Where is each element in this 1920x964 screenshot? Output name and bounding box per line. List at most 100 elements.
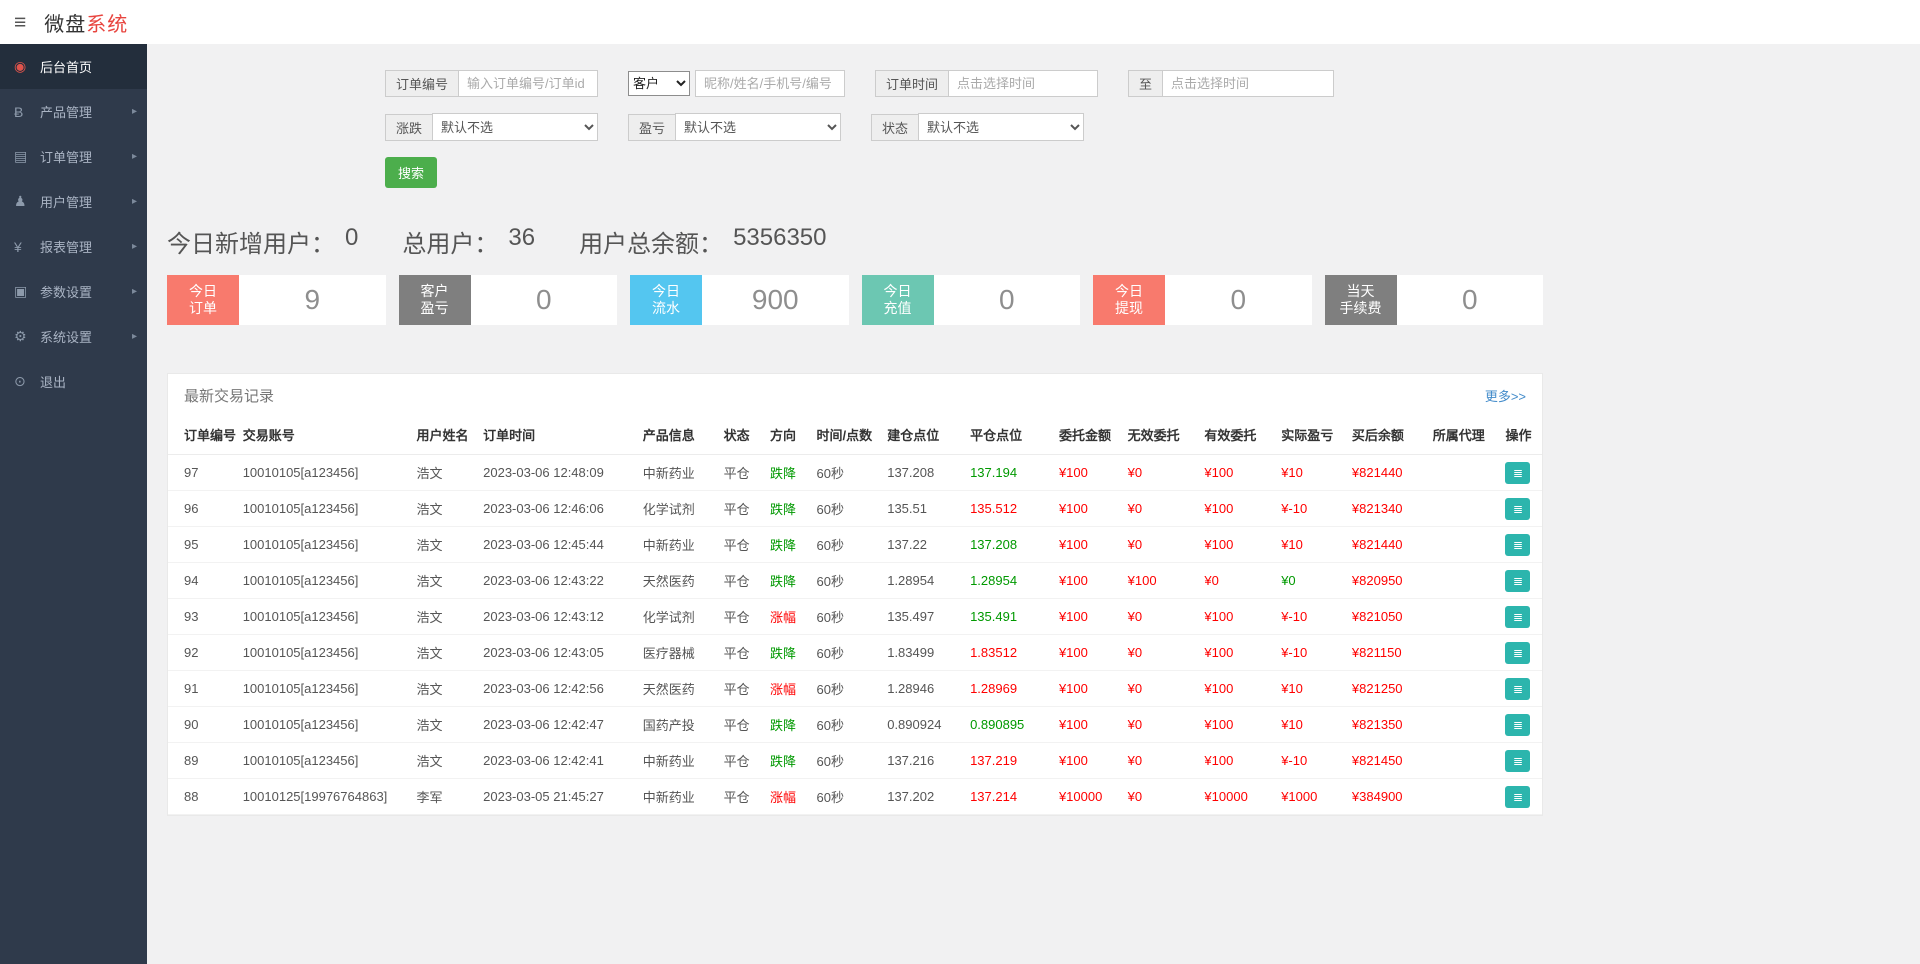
card-label: 当天手续费 [1325, 275, 1397, 325]
row-detail-button[interactable]: ≣ [1505, 642, 1530, 664]
updown-select[interactable]: 默认不选 [432, 113, 598, 141]
cell-entrust-amount: ¥100 [1053, 635, 1122, 671]
row-detail-button[interactable]: ≣ [1505, 750, 1530, 772]
column-header: 所属代理 [1427, 415, 1500, 455]
sidebar-item-dashboard[interactable]: ◉ 后台首页 [0, 44, 147, 89]
column-header: 产品信息 [637, 415, 718, 455]
row-detail-button[interactable]: ≣ [1505, 714, 1530, 736]
more-link[interactable]: 更多>> [1485, 386, 1526, 405]
sidebar-item-orders[interactable]: ▤ 订单管理 ▸ [0, 134, 147, 179]
row-detail-button[interactable]: ≣ [1505, 606, 1530, 628]
cell-username: 李军 [410, 779, 477, 815]
cell-close-point: 137.214 [964, 779, 1053, 815]
cell-order-no: 96 [168, 491, 237, 527]
params-icon: ▣ [14, 283, 36, 300]
cell-direction: 跌降 [764, 707, 810, 743]
cell-close-point: 137.219 [964, 743, 1053, 779]
cell-balance-after: ¥821050 [1346, 599, 1427, 635]
cell-account: 10010105[a123456] [237, 563, 411, 599]
cell-actual-pnl: ¥0 [1275, 563, 1346, 599]
stat-value: 0 [345, 224, 358, 259]
row-detail-button[interactable]: ≣ [1505, 462, 1530, 484]
cell-duration: 60秒 [811, 635, 882, 671]
card-value: 900 [702, 275, 849, 325]
cell-open-point: 135.51 [881, 491, 964, 527]
table-row: 89 10010105[a123456] 浩文 2023-03-06 12:42… [168, 743, 1542, 779]
cell-duration: 60秒 [811, 491, 882, 527]
cell-product: 天然医药 [637, 563, 718, 599]
cell-product: 中新药业 [637, 527, 718, 563]
card-label: 客户盈亏 [399, 275, 471, 325]
sidebar-item-reports[interactable]: ¥ 报表管理 ▸ [0, 224, 147, 269]
cell-invalid-entrust: ¥0 [1122, 779, 1199, 815]
sidebar-item-logout[interactable]: ⊙ 退出 [0, 359, 147, 404]
cell-actual-pnl: ¥-10 [1275, 491, 1346, 527]
order-no-input[interactable] [458, 70, 598, 97]
cell-account: 10010105[a123456] [237, 635, 411, 671]
cell-order-no: 95 [168, 527, 237, 563]
chevron-right-icon: ▸ [132, 286, 137, 297]
status-select[interactable]: 默认不选 [918, 113, 1084, 141]
cell-valid-entrust: ¥100 [1198, 743, 1275, 779]
cell-invalid-entrust: ¥0 [1122, 491, 1199, 527]
cell-status: 平仓 [718, 563, 764, 599]
cell-ops: ≣ [1499, 779, 1542, 815]
column-header: 用户姓名 [410, 415, 477, 455]
cell-direction: 跌降 [764, 455, 810, 491]
row-detail-button[interactable]: ≣ [1505, 570, 1530, 592]
brand-accent: 系统 [86, 14, 128, 36]
profit-select[interactable]: 默认不选 [675, 113, 841, 141]
status-filter: 状态 默认不选 [871, 113, 1084, 141]
stat-label: 总用户： [402, 224, 498, 259]
cell-actual-pnl: ¥-10 [1275, 635, 1346, 671]
cell-duration: 60秒 [811, 563, 882, 599]
sidebar-item-products[interactable]: Ƀ 产品管理 ▸ [0, 89, 147, 134]
chevron-right-icon: ▸ [132, 151, 137, 162]
cell-ops: ≣ [1499, 491, 1542, 527]
cell-order-no: 88 [168, 779, 237, 815]
table-header-row: 订单编号 交易账号 用户姓名 订单时间 产品信息 状态 方向 时间/点数 建仓点… [168, 415, 1542, 455]
table-row: 90 10010105[a123456] 浩文 2023-03-06 12:42… [168, 707, 1542, 743]
column-header: 平仓点位 [964, 415, 1053, 455]
card-label: 今日充值 [862, 275, 934, 325]
row-detail-button[interactable]: ≣ [1505, 498, 1530, 520]
row-detail-button[interactable]: ≣ [1505, 534, 1530, 556]
list-icon: ≣ [1513, 647, 1523, 659]
hamburger-menu-icon[interactable]: ≡ [14, 12, 26, 33]
customer-type-select[interactable]: 客户 [628, 71, 690, 96]
cell-actual-pnl: ¥10 [1275, 707, 1346, 743]
cell-open-point: 1.28954 [881, 563, 964, 599]
cell-order-time: 2023-03-06 12:43:22 [477, 563, 637, 599]
card-label: 今日订单 [167, 275, 239, 325]
cell-actual-pnl: ¥1000 [1275, 779, 1346, 815]
sidebar-item-params[interactable]: ▣ 参数设置 ▸ [0, 269, 147, 314]
cell-account: 10010105[a123456] [237, 527, 411, 563]
stat-new-users: 今日新增用户： 0 [167, 224, 358, 259]
cell-close-point: 1.28969 [964, 671, 1053, 707]
cell-product: 化学试剂 [637, 491, 718, 527]
cell-account: 10010105[a123456] [237, 491, 411, 527]
latest-trades-panel: 最新交易记录 更多>> 订单编号 交易账号 用户姓名 订单时间 产品信息 状态 … [167, 373, 1543, 816]
table-row: 97 10010105[a123456] 浩文 2023-03-06 12:48… [168, 455, 1542, 491]
cell-order-no: 90 [168, 707, 237, 743]
cell-order-time: 2023-03-05 21:45:27 [477, 779, 637, 815]
row-detail-button[interactable]: ≣ [1505, 786, 1530, 808]
cell-product: 化学试剂 [637, 599, 718, 635]
cell-order-no: 91 [168, 671, 237, 707]
cell-ops: ≣ [1499, 707, 1542, 743]
sidebar-item-label: 订单管理 [40, 147, 92, 166]
cell-entrust-amount: ¥100 [1053, 455, 1122, 491]
cell-order-time: 2023-03-06 12:45:44 [477, 527, 637, 563]
customer-keyword-input[interactable] [695, 70, 845, 97]
column-header: 操作 [1499, 415, 1542, 455]
search-button[interactable]: 搜索 [385, 157, 437, 188]
time-start-input[interactable] [948, 70, 1098, 97]
time-end-input[interactable] [1162, 70, 1334, 97]
sidebar-item-users[interactable]: ♟ 用户管理 ▸ [0, 179, 147, 224]
sidebar-item-label: 退出 [40, 372, 66, 391]
trades-table: 订单编号 交易账号 用户姓名 订单时间 产品信息 状态 方向 时间/点数 建仓点… [168, 415, 1542, 815]
sidebar-item-settings[interactable]: ⚙ 系统设置 ▸ [0, 314, 147, 359]
list-icon: ≣ [1513, 791, 1523, 803]
row-detail-button[interactable]: ≣ [1505, 678, 1530, 700]
cell-status: 平仓 [718, 491, 764, 527]
